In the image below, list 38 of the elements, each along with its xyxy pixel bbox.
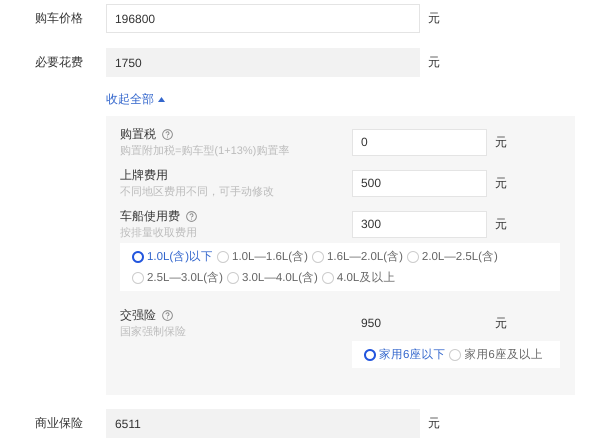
- help-icon[interactable]: [186, 211, 197, 222]
- radio-option[interactable]: 2.5L—3.0L(含): [132, 270, 223, 285]
- input-field[interactable]: 196800: [106, 4, 420, 33]
- caret-icon: [158, 97, 165, 102]
- unit-label: 元: [495, 134, 507, 150]
- unit-label: 元: [495, 314, 507, 332]
- radio-option[interactable]: 家用6座及以上: [449, 347, 543, 362]
- field-label: 商业保险: [34, 415, 84, 432]
- unit-label: 元: [428, 54, 440, 71]
- field-label: 必要花费: [34, 54, 84, 71]
- input-field[interactable]: 500: [352, 170, 487, 196]
- radio-option[interactable]: 1.0L(含)以下: [132, 249, 214, 264]
- help-icon[interactable]: [162, 310, 173, 321]
- unit-label: 元: [495, 174, 507, 192]
- radio-option[interactable]: 1.0L—1.6L(含): [217, 249, 308, 264]
- fee-label: 上牌费用: [120, 167, 168, 184]
- input-field[interactable]: 300: [352, 210, 487, 238]
- input-field[interactable]: 0: [352, 128, 487, 156]
- radio-option[interactable]: 1.6L—2.0L(含): [312, 249, 403, 264]
- fee-hint: 按排量收取费用: [120, 226, 198, 240]
- fee-hint: 购置附加税=购车型(1+13%)购置率: [120, 144, 290, 158]
- input-field[interactable]: 6511: [106, 409, 420, 438]
- fee-label: 交强险: [120, 307, 156, 324]
- unit-label: 元: [428, 10, 440, 27]
- radio-option[interactable]: 4.0L及以上: [322, 270, 396, 285]
- fee-hint: 国家强制保险: [120, 324, 187, 339]
- radio-option[interactable]: 2.0L—2.5L(含): [406, 249, 498, 264]
- fee-label: 车船使用费: [120, 208, 180, 225]
- fee-label: 购置税: [120, 126, 156, 143]
- radio-option[interactable]: 家用6座以下: [364, 347, 446, 362]
- collapse-link[interactable]: 收起全部: [106, 91, 165, 108]
- unit-label: 元: [495, 216, 507, 232]
- fee-hint: 不同地区费用不同，可手动修改: [120, 185, 275, 199]
- input-field[interactable]: 1750: [106, 48, 420, 77]
- unit-label: 元: [428, 415, 440, 432]
- radio-option[interactable]: 3.0L—4.0L(含): [226, 270, 318, 285]
- field-label: 购车价格: [34, 10, 84, 27]
- help-icon[interactable]: [162, 129, 173, 140]
